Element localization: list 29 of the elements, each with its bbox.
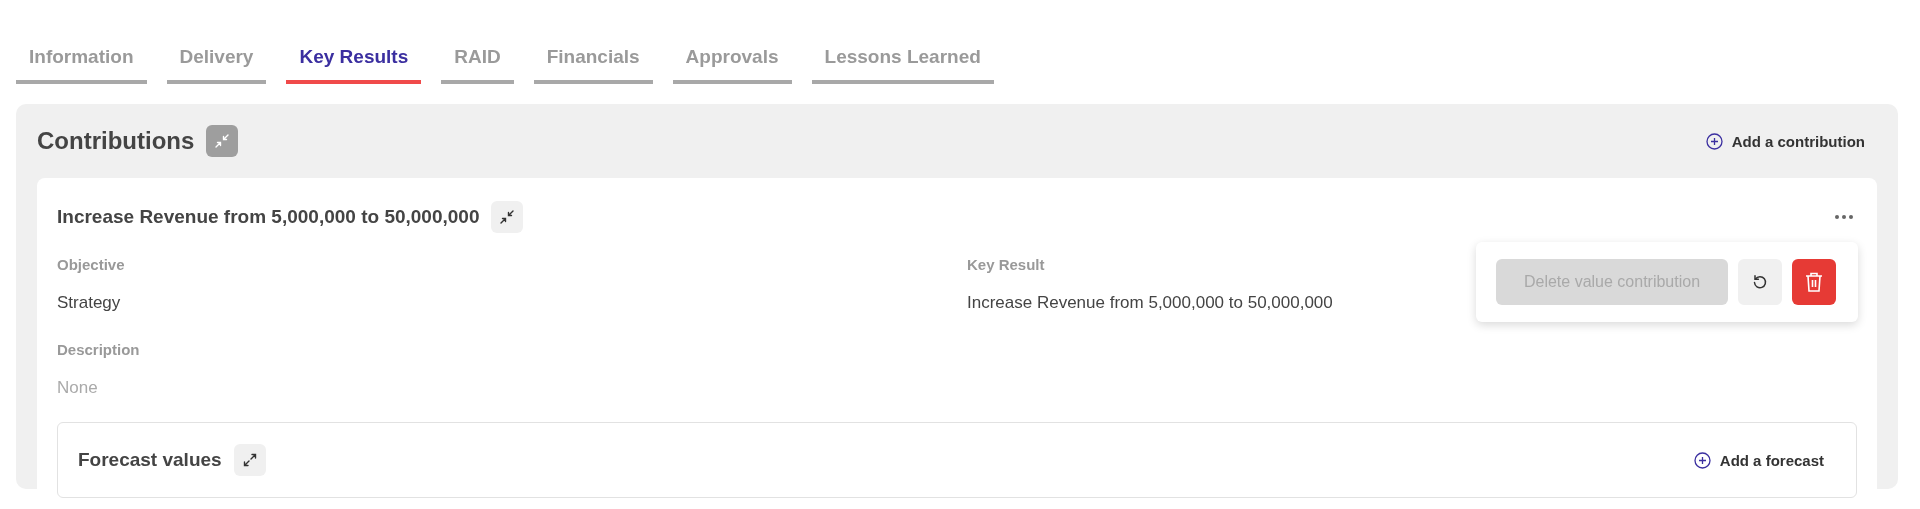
tab[interactable]: RAID	[441, 46, 514, 84]
add-icon	[1705, 132, 1723, 150]
field-label: Key Result	[967, 256, 1046, 273]
add-forecast-button[interactable]: Add a forecast	[1681, 447, 1836, 473]
reset-button[interactable]	[1738, 259, 1782, 305]
add-contribution-button[interactable]: Add a contribution	[1693, 128, 1877, 154]
tab[interactable]: Lessons Learned	[811, 46, 994, 84]
field-value: Strategy	[57, 293, 122, 313]
tab[interactable]: Financials	[533, 46, 653, 84]
field-value: Increase Revenue from 5,000,000 to 50,000,000	[967, 293, 1334, 313]
tab[interactable]: Information	[16, 46, 147, 84]
tab[interactable]: Approvals	[672, 46, 792, 84]
expand-button[interactable]	[233, 444, 266, 476]
collapse-button[interactable]	[491, 201, 524, 233]
section-title: Contributions	[37, 127, 195, 155]
forecast-title: Forecast values	[78, 449, 222, 471]
expand-icon	[242, 453, 257, 467]
trash-button[interactable]	[1792, 259, 1836, 305]
collapse-icon	[500, 210, 515, 224]
collapse-icon	[215, 134, 230, 148]
tab[interactable]: Key Results	[286, 46, 422, 84]
add-icon	[1693, 451, 1711, 469]
tab[interactable]: Delivery	[166, 46, 267, 84]
field-label: Objective	[57, 256, 126, 273]
field-label: Description	[57, 341, 141, 358]
card-title: Increase Revenue from 5,000,000 to 50,000,000	[57, 206, 480, 228]
trash-icon	[1805, 272, 1823, 292]
reset-icon	[1752, 274, 1768, 290]
field-value: None	[57, 378, 99, 398]
